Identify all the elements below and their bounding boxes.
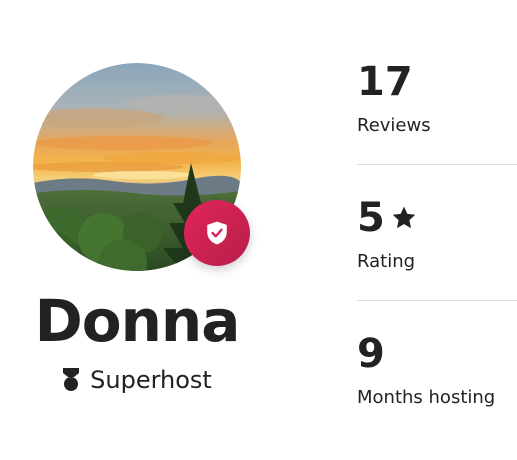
avatar-container (33, 63, 250, 271)
host-name: Donna (34, 287, 241, 355)
divider (357, 300, 517, 301)
divider (357, 164, 517, 165)
reviews-value: 17 (357, 59, 413, 105)
star-icon (392, 206, 416, 229)
rating-label: Rating (357, 251, 416, 272)
superhost-label: Superhost (90, 366, 212, 394)
superhost-badge: Superhost (0, 362, 274, 398)
reviews-label: Reviews (357, 115, 431, 136)
verified-badge (184, 200, 250, 266)
host-profile-card: Donna Superhost 17 Reviews 5 Rating 9 Mo… (0, 0, 517, 458)
superhost-medal-icon (63, 368, 80, 391)
stat-months-hosting: 9 Months hosting (357, 326, 517, 460)
rating-value-row: 5 (357, 190, 517, 246)
months-hosting-label: Months hosting (357, 387, 496, 408)
reviews-count: 17 (357, 54, 517, 110)
rating-value: 5 (357, 195, 385, 241)
months-hosting-count: 9 (357, 326, 517, 382)
shield-check-icon (207, 221, 227, 245)
stat-rating: 5 Rating (357, 190, 517, 324)
host-stats: 17 Reviews 5 Rating 9 Months hosting (357, 52, 517, 460)
months-hosting-value: 9 (357, 331, 385, 377)
stat-reviews[interactable]: 17 Reviews (357, 54, 517, 188)
